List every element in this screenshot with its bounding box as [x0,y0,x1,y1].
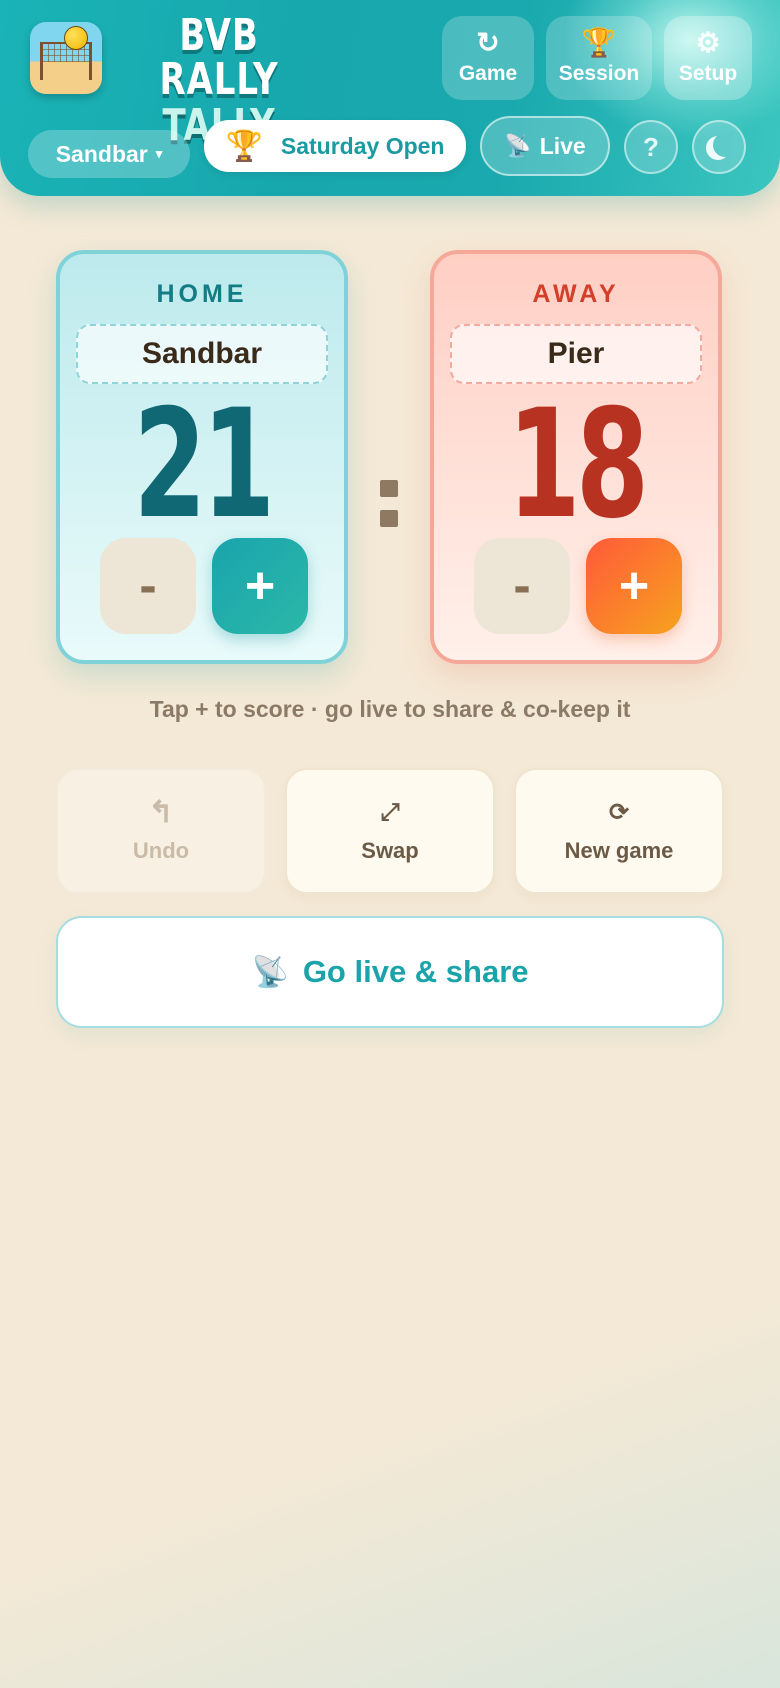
undo-icon: ↰ [148,796,174,829]
go-live-share-label: Go live & share [302,954,529,989]
home-score: 21 [60,390,344,540]
home-minus-button[interactable]: - [100,538,196,634]
new-game-button-label: New game [564,838,674,863]
theme-toggle-button[interactable] [692,120,746,174]
setup-button[interactable]: ⚙ Setup [664,16,752,100]
away-label: AWAY [532,280,620,308]
background-glow [0,1300,780,1688]
away-minus-button[interactable]: - [474,538,570,634]
swap-button-label: Swap [361,838,419,863]
home-score-value: 21 [133,378,275,552]
home-team-name-field[interactable]: Sandbar [76,324,328,384]
net-post-left [40,42,43,80]
trophy-icon: 🏆 [581,27,617,58]
satellite-icon: 📡 [504,133,532,158]
chevron-down-icon: ▾ [155,146,163,161]
undo-button-label: Undo [132,838,190,863]
score-separator [378,470,402,530]
go-live-share-button[interactable]: 📡 Go live & share [56,916,724,1028]
event-name: Saturday Open [280,132,445,159]
session-button-label: Session [558,62,640,85]
session-button[interactable]: 🏆 Session [546,16,652,100]
reset-icon: ⟳ [608,799,630,826]
away-team-name-field[interactable]: Pier [450,324,702,384]
game-button[interactable]: ↻ Game [442,16,534,100]
game-button-label: Game [458,62,518,85]
live-button[interactable]: 📡 Live [480,116,610,176]
refresh-icon: ↻ [476,27,500,58]
team-select-dropdown[interactable]: Sandbar ▾ [28,130,190,178]
live-button-label: Live [539,132,586,159]
setup-button-label: Setup [678,62,738,85]
gear-icon: ⚙ [695,27,721,58]
away-plus-button[interactable]: + [586,538,682,634]
help-icon: ? [643,131,659,162]
moon-icon [713,133,737,157]
away-score-card: AWAY Pier 18 - + [430,250,722,664]
home-score-card: HOME Sandbar 21 - + [56,250,348,664]
home-label: HOME [156,280,248,308]
hint-text: Tap + to score · go live to share & co-k… [149,696,631,722]
new-game-button[interactable]: ⟳ New game [514,768,724,894]
app-header: BVB RALLY TALLY ↻ Game 🏆 Session ⚙ Setup… [0,0,780,196]
help-button[interactable]: ? [624,120,678,174]
volleyball-icon [64,26,88,50]
app-title-line1: BVB RALLY [159,10,279,105]
satellite-icon: 📡 [251,955,289,989]
trophy-icon: 🏆 [225,129,263,163]
net-post-right [89,42,92,80]
home-plus-button[interactable]: + [212,538,308,634]
away-score: 18 [434,390,718,540]
swap-button[interactable]: ⤢ Swap [285,768,495,894]
undo-button[interactable]: ↰ Undo [56,768,266,894]
away-score-value: 18 [507,378,649,552]
team-select-value: Sandbar [55,140,148,167]
event-pill[interactable]: 🏆 Saturday Open [204,120,466,172]
swap-icon: ⤢ [380,799,400,826]
app-logo [30,22,102,94]
